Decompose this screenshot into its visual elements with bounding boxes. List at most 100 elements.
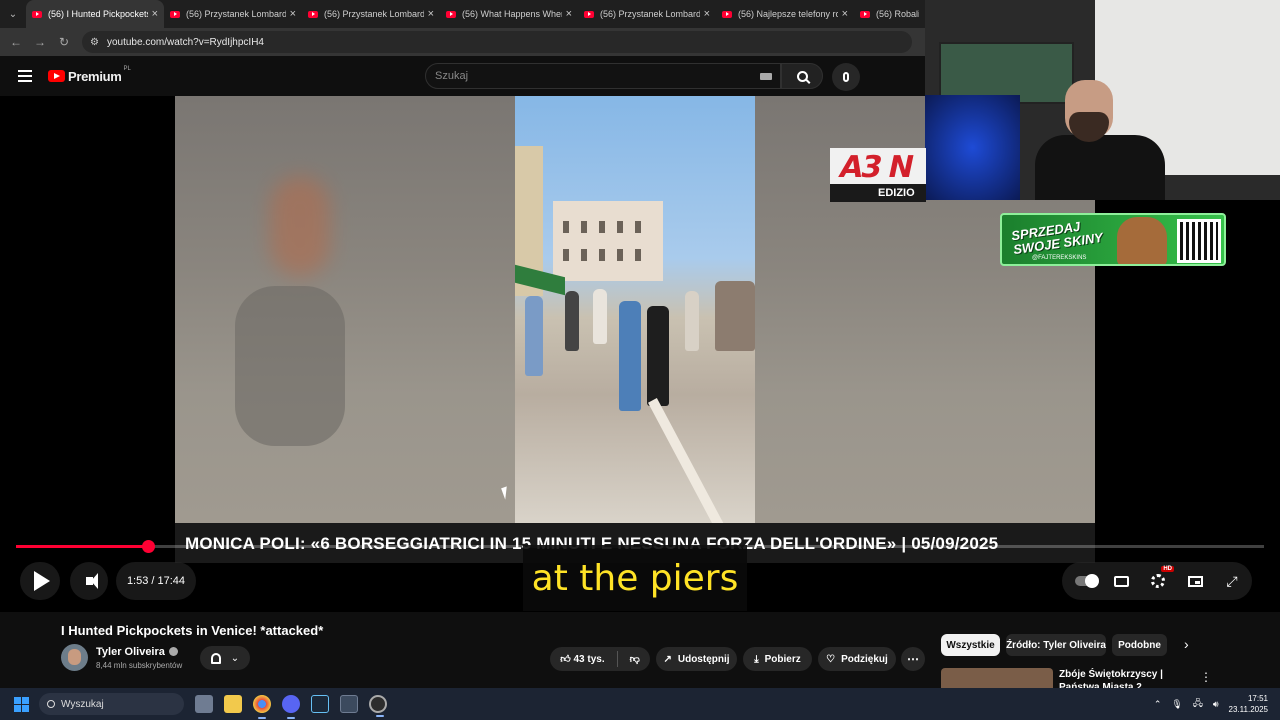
fullscreen-icon: ⤢: [1226, 572, 1238, 589]
url-field[interactable]: ⚙ youtube.com/watch?v=RydIjhpcIH4: [82, 31, 912, 53]
dislike-button[interactable]: 👎︎: [630, 653, 640, 665]
download-button[interactable]: ⤓ Pobierz: [743, 647, 812, 671]
clock[interactable]: 17:51 23.11.2025: [1229, 693, 1268, 715]
volume-icon[interactable]: 🔊︎: [1213, 699, 1219, 710]
clock-date: 23.11.2025: [1228, 705, 1268, 714]
like-dislike-group: 👍︎ 43 tys. 👎︎: [550, 647, 650, 671]
volume-button[interactable]: [70, 562, 108, 600]
recommended-title[interactable]: Zbóje Świętokrzyscy | Państwa Miasta 2: [1059, 668, 1194, 688]
speaker-icon: [85, 573, 98, 589]
reload-icon[interactable]: ↻: [52, 35, 76, 49]
sponsor-banner: SPRZEDAJ SWOJE SKINY @FAJTEREKSKINS: [1000, 213, 1226, 266]
tab-6[interactable]: (56) Robalini: [854, 0, 925, 28]
chip-source[interactable]: Źródło: Tyler Oliveira: [1006, 634, 1106, 656]
menu-icon[interactable]: [18, 70, 32, 82]
miniplayer-button[interactable]: [1177, 562, 1213, 600]
tab-0[interactable]: (56) I Hunted Pickpockets ×: [26, 0, 164, 28]
voice-search-button[interactable]: [832, 63, 860, 91]
network-icon[interactable]: 🖧: [1193, 696, 1203, 712]
like-button[interactable]: 👍︎ 43 tys.: [560, 653, 604, 665]
more-actions-button[interactable]: ⋯: [901, 647, 925, 671]
gear-icon: [1151, 574, 1165, 588]
chip-label: Źródło: Tyler Oliveira: [1006, 639, 1106, 651]
chevron-up-icon[interactable]: ⌃: [1154, 699, 1162, 710]
close-icon[interactable]: ×: [704, 8, 710, 20]
sponsor-mascot-image: [1117, 217, 1167, 264]
youtube-logo[interactable]: Premium PL: [48, 66, 131, 84]
time-text: 1:53 / 17:44: [126, 575, 186, 587]
recommended-thumbnail[interactable]: [941, 668, 1053, 688]
more-vertical-icon[interactable]: ⋮: [1200, 670, 1212, 684]
windows-taskbar: Wyszukaj ⌃ 🎙︎ 🖧 🔊︎ 17:51 23.11.2025: [0, 688, 1280, 720]
windows-start-icon[interactable]: [14, 696, 29, 712]
logo-mark: A3 N: [836, 150, 916, 185]
tab-1[interactable]: (56) Przystanek Lombard ×: [164, 0, 302, 28]
streamer-webcam: [925, 0, 1280, 200]
tab-3[interactable]: (56) What Happens When ×: [440, 0, 578, 28]
share-button[interactable]: ↗ Udostępnij: [656, 647, 737, 671]
thanks-button[interactable]: ♡ Podziękuj: [818, 647, 896, 671]
microphone-icon[interactable]: 🎙︎: [1171, 699, 1182, 710]
tab-label: (56) Robalini: [876, 9, 919, 19]
autoplay-toggle[interactable]: [1068, 562, 1104, 600]
xbox-app-icon[interactable]: [340, 695, 358, 713]
steam-icon[interactable]: [311, 695, 329, 713]
taskbar-search[interactable]: Wyszukaj: [39, 693, 184, 715]
keyboard-icon[interactable]: [760, 73, 772, 80]
share-icon: ↗: [663, 653, 672, 665]
download-icon: ⤓: [754, 653, 759, 665]
fullscreen-button[interactable]: ⤢: [1214, 562, 1250, 600]
tab-5[interactable]: (56) Najlepsze telefony ro ×: [716, 0, 854, 28]
chevron-right-icon[interactable]: ›: [1184, 636, 1189, 652]
site-info-icon[interactable]: ⚙: [90, 37, 99, 48]
play-button[interactable]: [20, 562, 60, 600]
discord-icon[interactable]: [282, 695, 300, 719]
system-tray: ⌃ 🎙︎ 🖧 🔊︎ 17:51 23.11.2025: [1154, 688, 1280, 720]
chip-similar[interactable]: Podobne: [1112, 634, 1167, 656]
youtube-favicon-icon: [584, 10, 594, 18]
more-horizontal-icon: ⋯: [907, 652, 919, 666]
task-view-icon[interactable]: [195, 695, 213, 713]
like-count: 43 tys.: [573, 654, 605, 665]
video-details: I Hunted Pickpockets in Venice! *attacke…: [0, 612, 1280, 688]
browser-tab-strip: ⌄ (56) I Hunted Pickpockets × (56) Przys…: [0, 0, 925, 28]
tab-search-chevron-icon[interactable]: ⌄: [0, 0, 26, 28]
forward-icon[interactable]: →: [28, 35, 52, 49]
caption-text: at the piers: [531, 557, 739, 599]
subtitle-caption: at the piers: [523, 545, 747, 611]
news-channel-logo: A3 N EDIZIO: [830, 148, 926, 202]
close-icon[interactable]: ×: [842, 8, 848, 20]
subtitles-button[interactable]: [1103, 562, 1139, 600]
close-icon[interactable]: ×: [428, 8, 434, 20]
share-label: Udostępnij: [677, 653, 730, 665]
search-button[interactable]: [781, 63, 823, 89]
close-icon[interactable]: ×: [290, 8, 296, 20]
address-bar-row: ← → ↻ ⚙ youtube.com/watch?v=RydIjhpcIH4: [0, 28, 925, 56]
close-icon[interactable]: ×: [152, 8, 158, 20]
settings-button[interactable]: HD: [1140, 562, 1176, 600]
download-label: Pobierz: [764, 653, 801, 665]
youtube-favicon-icon: [32, 10, 42, 18]
tab-2[interactable]: (56) Przystanek Lombard ×: [302, 0, 440, 28]
tab-label: (56) Najlepsze telefony ro: [738, 9, 838, 19]
back-icon[interactable]: ←: [4, 35, 28, 49]
thanks-label: Podziękuj: [841, 653, 888, 665]
player-right-controls: HD ⤢: [1062, 562, 1252, 600]
channel-name[interactable]: Tyler Oliveira: [96, 646, 178, 658]
thumbs-down-icon: 👎︎: [629, 654, 640, 665]
video-frame-venice-street: [515, 96, 755, 523]
obs-icon[interactable]: [369, 695, 387, 717]
chip-all[interactable]: Wszystkie: [941, 634, 1000, 656]
close-icon[interactable]: ×: [566, 8, 572, 20]
tab-4[interactable]: (56) Przystanek Lombard ×: [578, 0, 716, 28]
file-explorer-icon[interactable]: [224, 695, 242, 713]
divider: [616, 651, 618, 667]
chrome-icon[interactable]: [253, 695, 271, 719]
search-placeholder: Szukaj: [435, 70, 469, 82]
search-input[interactable]: Szukaj: [425, 63, 781, 89]
channel-avatar[interactable]: [61, 644, 88, 671]
notifications-button[interactable]: ⌄: [200, 646, 250, 670]
sponsor-handle: @FAJTEREKSKINS: [1032, 255, 1087, 261]
youtube-favicon-icon: [860, 10, 870, 18]
heart-dollar-icon: ♡: [826, 653, 836, 665]
